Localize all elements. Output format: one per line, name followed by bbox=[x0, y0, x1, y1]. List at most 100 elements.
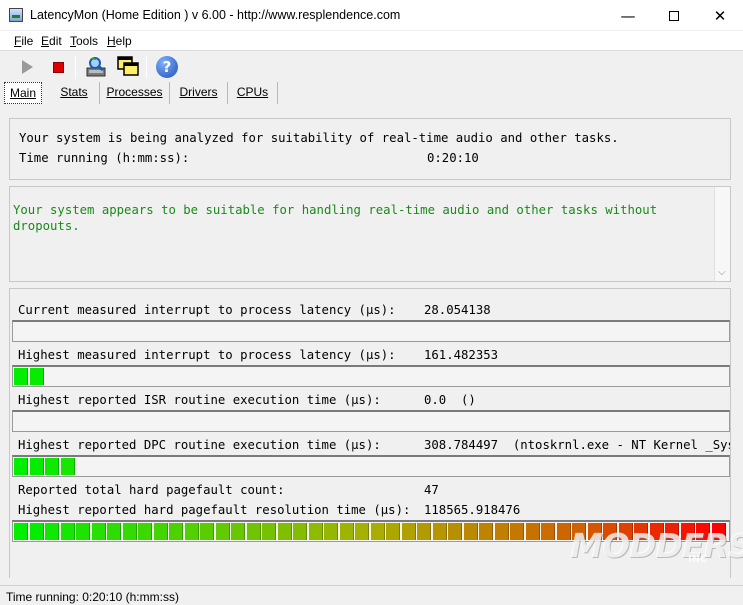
play-button[interactable] bbox=[14, 54, 40, 80]
analysis-panel: Your system is being analyzed for suitab… bbox=[9, 118, 731, 180]
bar-segment bbox=[541, 523, 555, 540]
bar-segment bbox=[153, 523, 168, 540]
verdict-text: Your system appears to be suitable for h… bbox=[13, 203, 658, 217]
help-icon: ? bbox=[156, 56, 178, 78]
bar-segment bbox=[169, 523, 183, 540]
time-running-label: Time running (h:mm:ss): bbox=[19, 151, 190, 165]
bar-segment bbox=[45, 458, 59, 475]
bar-segment bbox=[91, 523, 106, 540]
bar-segment bbox=[122, 523, 137, 540]
bar-segment bbox=[215, 523, 230, 540]
menu-edit[interactable]: Edit bbox=[41, 34, 62, 48]
maximize-button[interactable] bbox=[651, 0, 697, 31]
stop-button[interactable] bbox=[45, 54, 71, 80]
bar-segment bbox=[45, 523, 59, 540]
tab-drivers[interactable]: Drivers bbox=[170, 82, 228, 104]
metric-label: Current measured interrupt to process la… bbox=[18, 303, 396, 317]
verdict-panel: Your system appears to be suitable for h… bbox=[9, 186, 731, 282]
tab-stats[interactable]: Stats bbox=[49, 82, 100, 104]
metric-label: Highest reported hard pagefault resoluti… bbox=[18, 503, 411, 517]
bar-segment bbox=[200, 523, 214, 540]
bar-segment bbox=[293, 523, 307, 540]
bar-segment bbox=[386, 523, 400, 540]
app-icon bbox=[9, 8, 23, 22]
windows-icon bbox=[117, 56, 139, 76]
maximize-icon bbox=[669, 10, 679, 21]
bar-segment bbox=[417, 523, 431, 540]
latency-bar-highest bbox=[12, 365, 730, 387]
metric-label: Reported total hard pagefault count: bbox=[18, 483, 285, 497]
verdict-text: dropouts. bbox=[13, 219, 80, 233]
toolbar: ? bbox=[0, 52, 743, 82]
bar-segment bbox=[277, 523, 292, 540]
bar-segment bbox=[231, 523, 245, 540]
latency-bar-current bbox=[12, 320, 730, 342]
bar-segment bbox=[401, 523, 416, 540]
bar-segment bbox=[60, 458, 75, 475]
bar-segment bbox=[76, 523, 90, 540]
tab-bar: Main Stats Processes Drivers CPUs bbox=[0, 82, 743, 104]
menu-file[interactable]: File bbox=[14, 34, 33, 48]
menu-bar: File Edit Tools Help bbox=[0, 31, 743, 51]
status-bar: Time running: 0:20:10 (h:mm:ss) bbox=[0, 585, 743, 605]
bar-segment bbox=[29, 523, 44, 540]
tab-main[interactable]: Main bbox=[4, 82, 42, 104]
bar-segment bbox=[14, 368, 28, 385]
tab-cpus[interactable]: CPUs bbox=[228, 82, 278, 104]
bar-segment bbox=[246, 523, 261, 540]
toolbar-separator bbox=[75, 56, 76, 78]
title-bar: LatencyMon (Home Edition ) v 6.00 - http… bbox=[0, 0, 743, 31]
bar-segment bbox=[60, 523, 75, 540]
minimize-icon: — bbox=[620, 6, 636, 25]
verdict-scrollbar[interactable]: ⌵ bbox=[714, 187, 730, 281]
metric-value: 28.054138 bbox=[424, 303, 491, 317]
metric-value: 118565.918476 bbox=[424, 503, 521, 517]
metric-value: 161.482353 bbox=[424, 348, 499, 362]
menu-help[interactable]: Help bbox=[107, 34, 132, 48]
dpc-bar bbox=[12, 455, 730, 477]
bar-segment bbox=[29, 368, 44, 385]
bar-segment bbox=[184, 523, 199, 540]
bar-segment bbox=[463, 523, 478, 540]
metric-label: Highest reported DPC routine execution t… bbox=[18, 438, 381, 452]
time-running-value: 0:20:10 bbox=[427, 151, 479, 165]
stop-icon bbox=[52, 61, 64, 73]
bar-segment bbox=[510, 523, 524, 540]
bar-segment bbox=[355, 523, 369, 540]
isr-bar bbox=[12, 410, 730, 432]
bar-segment bbox=[107, 523, 121, 540]
metric-label: Highest measured interrupt to process la… bbox=[18, 348, 396, 362]
bar-segment bbox=[308, 523, 323, 540]
close-button[interactable]: ✕ bbox=[697, 0, 743, 31]
scan-icon bbox=[86, 57, 106, 77]
bar-segment bbox=[14, 523, 28, 540]
bar-segment bbox=[432, 523, 447, 540]
status-text: Time running: 0:20:10 (h:mm:ss) bbox=[6, 590, 179, 604]
bar-segment bbox=[525, 523, 540, 540]
metric-label: Highest reported ISR routine execution t… bbox=[18, 393, 381, 407]
toolbar-separator bbox=[146, 56, 147, 78]
metric-value: 0.0 () bbox=[424, 393, 476, 407]
bar-segment bbox=[324, 523, 338, 540]
tab-processes[interactable]: Processes bbox=[100, 82, 170, 104]
bar-segment bbox=[494, 523, 509, 540]
analysis-status-text: Your system is being analyzed for suitab… bbox=[19, 131, 619, 145]
bar-segment bbox=[262, 523, 276, 540]
bar-segment bbox=[138, 523, 152, 540]
play-icon bbox=[21, 60, 33, 74]
window-title: LatencyMon (Home Edition ) v 6.00 - http… bbox=[30, 8, 401, 22]
help-button[interactable]: ? bbox=[154, 54, 180, 80]
bar-segment bbox=[29, 458, 44, 475]
windows-button[interactable] bbox=[115, 54, 141, 80]
bar-segment bbox=[339, 523, 354, 540]
metric-value: 308.784497 (ntoskrnl.exe - NT Kernel _Sy… bbox=[424, 438, 730, 452]
chevron-down-icon[interactable]: ⌵ bbox=[718, 267, 726, 278]
minimize-button[interactable]: — bbox=[605, 0, 651, 31]
scan-button[interactable] bbox=[83, 54, 109, 80]
close-icon: ✕ bbox=[713, 6, 727, 25]
watermark-logo: MODDERS INC bbox=[570, 526, 743, 565]
bar-segment bbox=[370, 523, 385, 540]
bar-segment bbox=[479, 523, 493, 540]
bar-segment bbox=[14, 458, 28, 475]
menu-tools[interactable]: Tools bbox=[70, 34, 98, 48]
